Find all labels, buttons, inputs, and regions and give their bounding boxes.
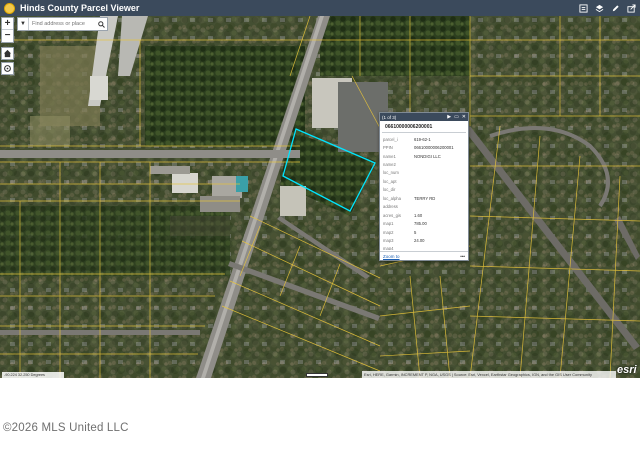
attribute-key: parcel_i xyxy=(383,136,398,142)
locate-button[interactable] xyxy=(1,62,14,75)
attribute-key: address xyxy=(383,204,398,210)
attribute-key: acres_gis xyxy=(383,212,401,218)
popup-header: (1 of 3) ▶ ▭ ✕ xyxy=(380,113,468,121)
app-logo-icon xyxy=(4,2,15,14)
attribute-row: acres_gis 1.60 xyxy=(383,211,465,219)
attribute-key: loc_num xyxy=(383,170,399,176)
esri-logo: esri xyxy=(617,364,637,376)
zoom-in-button[interactable]: + xyxy=(2,18,13,30)
search-icon xyxy=(97,20,105,28)
attribute-row: loc_alpha TERRY RD xyxy=(383,194,465,202)
legend-icon[interactable] xyxy=(579,3,588,13)
layers-icon[interactable] xyxy=(595,4,604,13)
map-attribution: Esri, HERE, Garmin, INCREMENT P, NGA, US… xyxy=(362,371,616,378)
attribute-key: map4 xyxy=(383,246,394,250)
attribute-row: PPIN 06610000006200001 xyxy=(383,143,465,151)
parcel-popup: (1 of 3) ▶ ▭ ✕ 06610000006200001 parcel_… xyxy=(379,112,469,261)
attribute-value: TERRY RD xyxy=(414,195,436,201)
attribute-key: map3 xyxy=(383,237,394,243)
attribute-key: map1 xyxy=(383,221,394,227)
app-root: Hinds County Parcel Viewer + − ▼ Find ad… xyxy=(0,0,640,450)
home-icon xyxy=(3,49,12,58)
caret-down-icon: ▼ xyxy=(20,21,26,27)
popup-attributes: parcel_i 619-62-1 PPIN 06610000006200001 n… xyxy=(380,133,468,250)
attribute-row: map3 24.00 xyxy=(383,236,465,244)
attribute-key: name2 xyxy=(383,162,396,168)
more-options-button[interactable]: ••• xyxy=(460,254,465,259)
attribute-key: name1 xyxy=(383,153,396,159)
map-view[interactable] xyxy=(0,16,640,378)
attribute-key: map2 xyxy=(383,229,394,235)
attribute-value: 619-62-1 xyxy=(414,136,431,142)
attribute-row: map2 5 xyxy=(383,228,465,236)
attribute-key: loc_alpha xyxy=(383,195,401,201)
attribute-value: 785.00 xyxy=(414,221,427,227)
attribute-value: 5 xyxy=(414,229,417,235)
copyright-watermark: ©2026 MLS United LLC xyxy=(3,422,129,434)
attribute-row: loc_dir xyxy=(383,186,465,194)
attribute-row: address xyxy=(383,203,465,211)
attribute-key: loc_dir xyxy=(383,187,396,193)
share-icon[interactable] xyxy=(627,3,636,13)
app-title: Hinds County Parcel Viewer xyxy=(20,3,140,13)
attribute-value: 24.00 xyxy=(414,237,425,243)
scale-bar xyxy=(306,373,328,377)
popup-title: 06610000006200001 xyxy=(382,121,466,133)
attribute-row: name1 NONDIGI LLC xyxy=(383,152,465,160)
attribute-row: map4 xyxy=(383,245,465,250)
attribute-row: loc_apt xyxy=(383,177,465,185)
maximize-icon[interactable]: ▭ xyxy=(454,114,459,120)
attribute-row: loc_num xyxy=(383,169,465,177)
home-button[interactable] xyxy=(1,47,14,60)
aerial-imagery xyxy=(0,16,640,378)
coordinate-readout: -90.224 32.250 Degrees xyxy=(2,372,64,378)
attribute-row: map1 785.00 xyxy=(383,219,465,227)
attribute-row: name2 xyxy=(383,160,465,168)
zoom-out-button[interactable]: − xyxy=(2,30,13,42)
attribute-value: 1.60 xyxy=(414,212,423,218)
popup-counter: (1 of 3) xyxy=(382,114,397,120)
attribute-value: 06610000006200001 xyxy=(414,145,454,151)
app-header: Hinds County Parcel Viewer xyxy=(0,0,640,16)
zoom-control: + − xyxy=(1,17,14,43)
close-icon[interactable]: ✕ xyxy=(462,114,466,120)
search-button[interactable] xyxy=(95,18,107,30)
zoom-to-link[interactable]: Zoom to xyxy=(383,254,400,259)
locate-icon xyxy=(4,65,11,72)
edit-icon[interactable] xyxy=(611,4,620,13)
popup-footer: Zoom to ••• xyxy=(380,251,468,260)
search-source-dropdown[interactable]: ▼ xyxy=(18,18,29,30)
attribute-value: NONDIGI LLC xyxy=(414,153,441,159)
search-widget: ▼ xyxy=(17,17,108,31)
attribute-key: loc_apt xyxy=(383,178,397,184)
attribute-key: PPIN xyxy=(383,145,393,151)
attribute-row: parcel_i 619-62-1 xyxy=(383,135,465,143)
search-input[interactable] xyxy=(29,18,95,30)
header-toolbar xyxy=(579,3,636,13)
next-feature-icon[interactable]: ▶ xyxy=(447,114,451,120)
